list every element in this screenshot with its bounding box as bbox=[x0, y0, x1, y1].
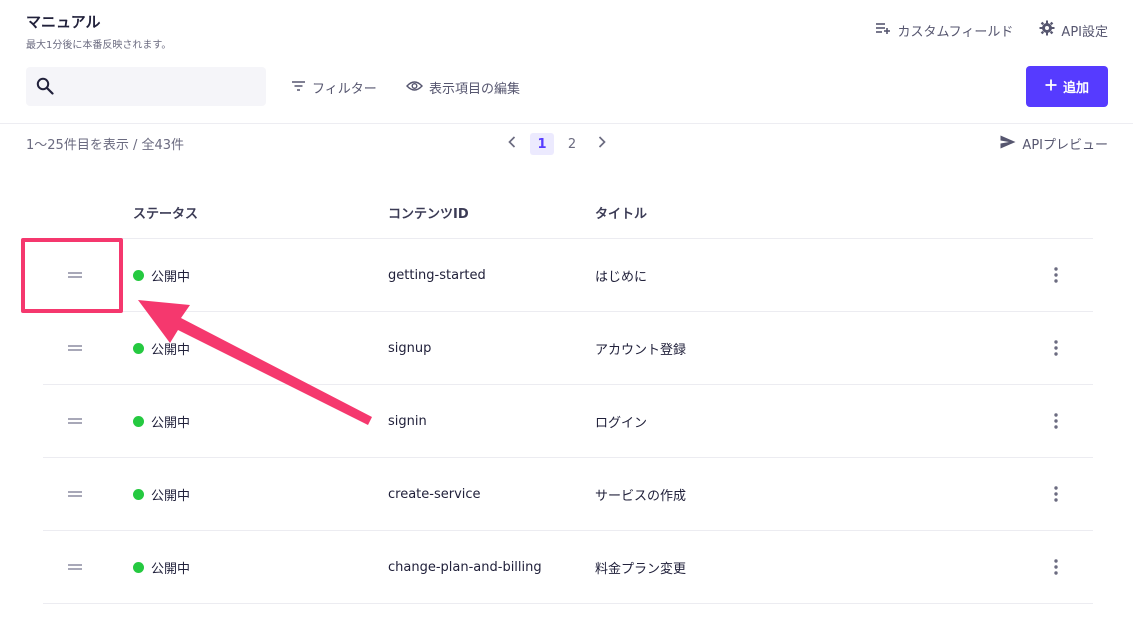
display-edit-label: 表示項目の編集 bbox=[429, 82, 521, 97]
status-badge: 公開中 bbox=[133, 312, 190, 384]
page-2-button[interactable]: 2 bbox=[560, 133, 584, 155]
send-icon bbox=[1000, 135, 1016, 153]
title-cell: アカウント登録 bbox=[595, 342, 687, 358]
drag-handle-icon[interactable] bbox=[68, 531, 82, 603]
annotation-highlight-box bbox=[21, 238, 123, 313]
table-row[interactable]: 公開中 getting-started はじめに bbox=[43, 239, 1093, 311]
kebab-menu-icon[interactable] bbox=[1049, 239, 1063, 311]
chevron-left-icon bbox=[508, 136, 516, 152]
status-dot bbox=[133, 415, 144, 427]
gear-icon bbox=[1039, 20, 1055, 40]
kebab-menu-icon[interactable] bbox=[1049, 385, 1063, 457]
title-cell: 料金プラン変更 bbox=[595, 561, 687, 577]
search-box[interactable] bbox=[26, 67, 266, 106]
plus-icon bbox=[1045, 79, 1057, 95]
status-text: 公開中 bbox=[151, 342, 191, 358]
custom-field-link[interactable]: カスタムフィールド bbox=[875, 21, 1013, 40]
add-label: 追加 bbox=[1062, 81, 1089, 96]
api-preview-label: APIプレビュー bbox=[1022, 138, 1108, 153]
content-id-cell: change-plan-and-billing bbox=[388, 559, 542, 575]
status-dot bbox=[133, 561, 144, 573]
page-subtitle: 最大1分後に本番反映されます。 bbox=[26, 40, 172, 51]
eye-icon bbox=[406, 80, 423, 96]
prev-page-button[interactable] bbox=[500, 133, 524, 155]
api-preview-button[interactable]: APIプレビュー bbox=[1000, 134, 1108, 153]
kebab-menu-icon[interactable] bbox=[1049, 312, 1063, 384]
title-cell: サービスの作成 bbox=[595, 488, 687, 504]
chevron-right-icon bbox=[598, 136, 606, 152]
content-id-cell: create-service bbox=[388, 486, 481, 502]
api-settings-link[interactable]: API設定 bbox=[1039, 20, 1108, 40]
kebab-menu-icon[interactable] bbox=[1049, 531, 1063, 603]
status-text: 公開中 bbox=[151, 561, 191, 577]
filter-icon bbox=[291, 80, 306, 96]
next-page-button[interactable] bbox=[590, 133, 614, 155]
drag-handle-icon[interactable] bbox=[68, 385, 82, 457]
table-row[interactable]: 公開中 signin ログイン bbox=[43, 385, 1093, 457]
add-button[interactable]: 追加 bbox=[1026, 66, 1108, 107]
table-row[interactable]: 公開中 signup アカウント登録 bbox=[43, 312, 1093, 384]
status-badge: 公開中 bbox=[133, 531, 190, 603]
status-dot bbox=[133, 488, 144, 500]
status-dot bbox=[133, 342, 144, 354]
column-header-title[interactable]: タイトル bbox=[595, 203, 647, 222]
api-settings-label: API設定 bbox=[1061, 24, 1108, 40]
filter-button[interactable]: フィルター bbox=[291, 78, 377, 97]
filter-label: フィルター bbox=[312, 82, 377, 97]
search-input[interactable] bbox=[66, 67, 256, 106]
title-cell: ログイン bbox=[595, 415, 648, 431]
page-title: マニュアル bbox=[26, 13, 101, 31]
status-dot bbox=[133, 269, 144, 281]
drag-handle-icon[interactable] bbox=[68, 458, 82, 530]
header-actions: カスタムフィールド API設定 bbox=[875, 20, 1108, 40]
pagination: 1 2 bbox=[500, 133, 614, 155]
column-header-status[interactable]: ステータス bbox=[133, 203, 198, 222]
status-badge: 公開中 bbox=[133, 458, 190, 530]
drag-handle-icon[interactable] bbox=[68, 312, 82, 384]
playlist-add-icon bbox=[875, 21, 891, 39]
content-id-cell: signin bbox=[388, 413, 427, 429]
content-id-cell: getting-started bbox=[388, 267, 486, 283]
table-row[interactable]: 公開中 change-plan-and-billing 料金プラン変更 bbox=[43, 531, 1093, 603]
page-1-button[interactable]: 1 bbox=[530, 133, 554, 155]
row-divider bbox=[43, 603, 1093, 604]
kebab-menu-icon[interactable] bbox=[1049, 458, 1063, 530]
status-text: 公開中 bbox=[151, 488, 191, 504]
search-icon bbox=[36, 77, 54, 99]
status-text: 公開中 bbox=[151, 269, 191, 285]
toolbar-divider bbox=[0, 123, 1133, 124]
status-badge: 公開中 bbox=[133, 239, 190, 311]
table-row[interactable]: 公開中 create-service サービスの作成 bbox=[43, 458, 1093, 530]
display-edit-button[interactable]: 表示項目の編集 bbox=[406, 78, 520, 97]
title-cell: はじめに bbox=[595, 269, 648, 285]
result-count: 1〜25件目を表示 / 全43件 bbox=[26, 138, 184, 153]
column-header-content-id[interactable]: コンテンツID bbox=[388, 203, 469, 222]
status-badge: 公開中 bbox=[133, 385, 190, 457]
content-id-cell: signup bbox=[388, 340, 432, 356]
custom-field-label: カスタムフィールド bbox=[897, 24, 1014, 40]
status-text: 公開中 bbox=[151, 415, 191, 431]
